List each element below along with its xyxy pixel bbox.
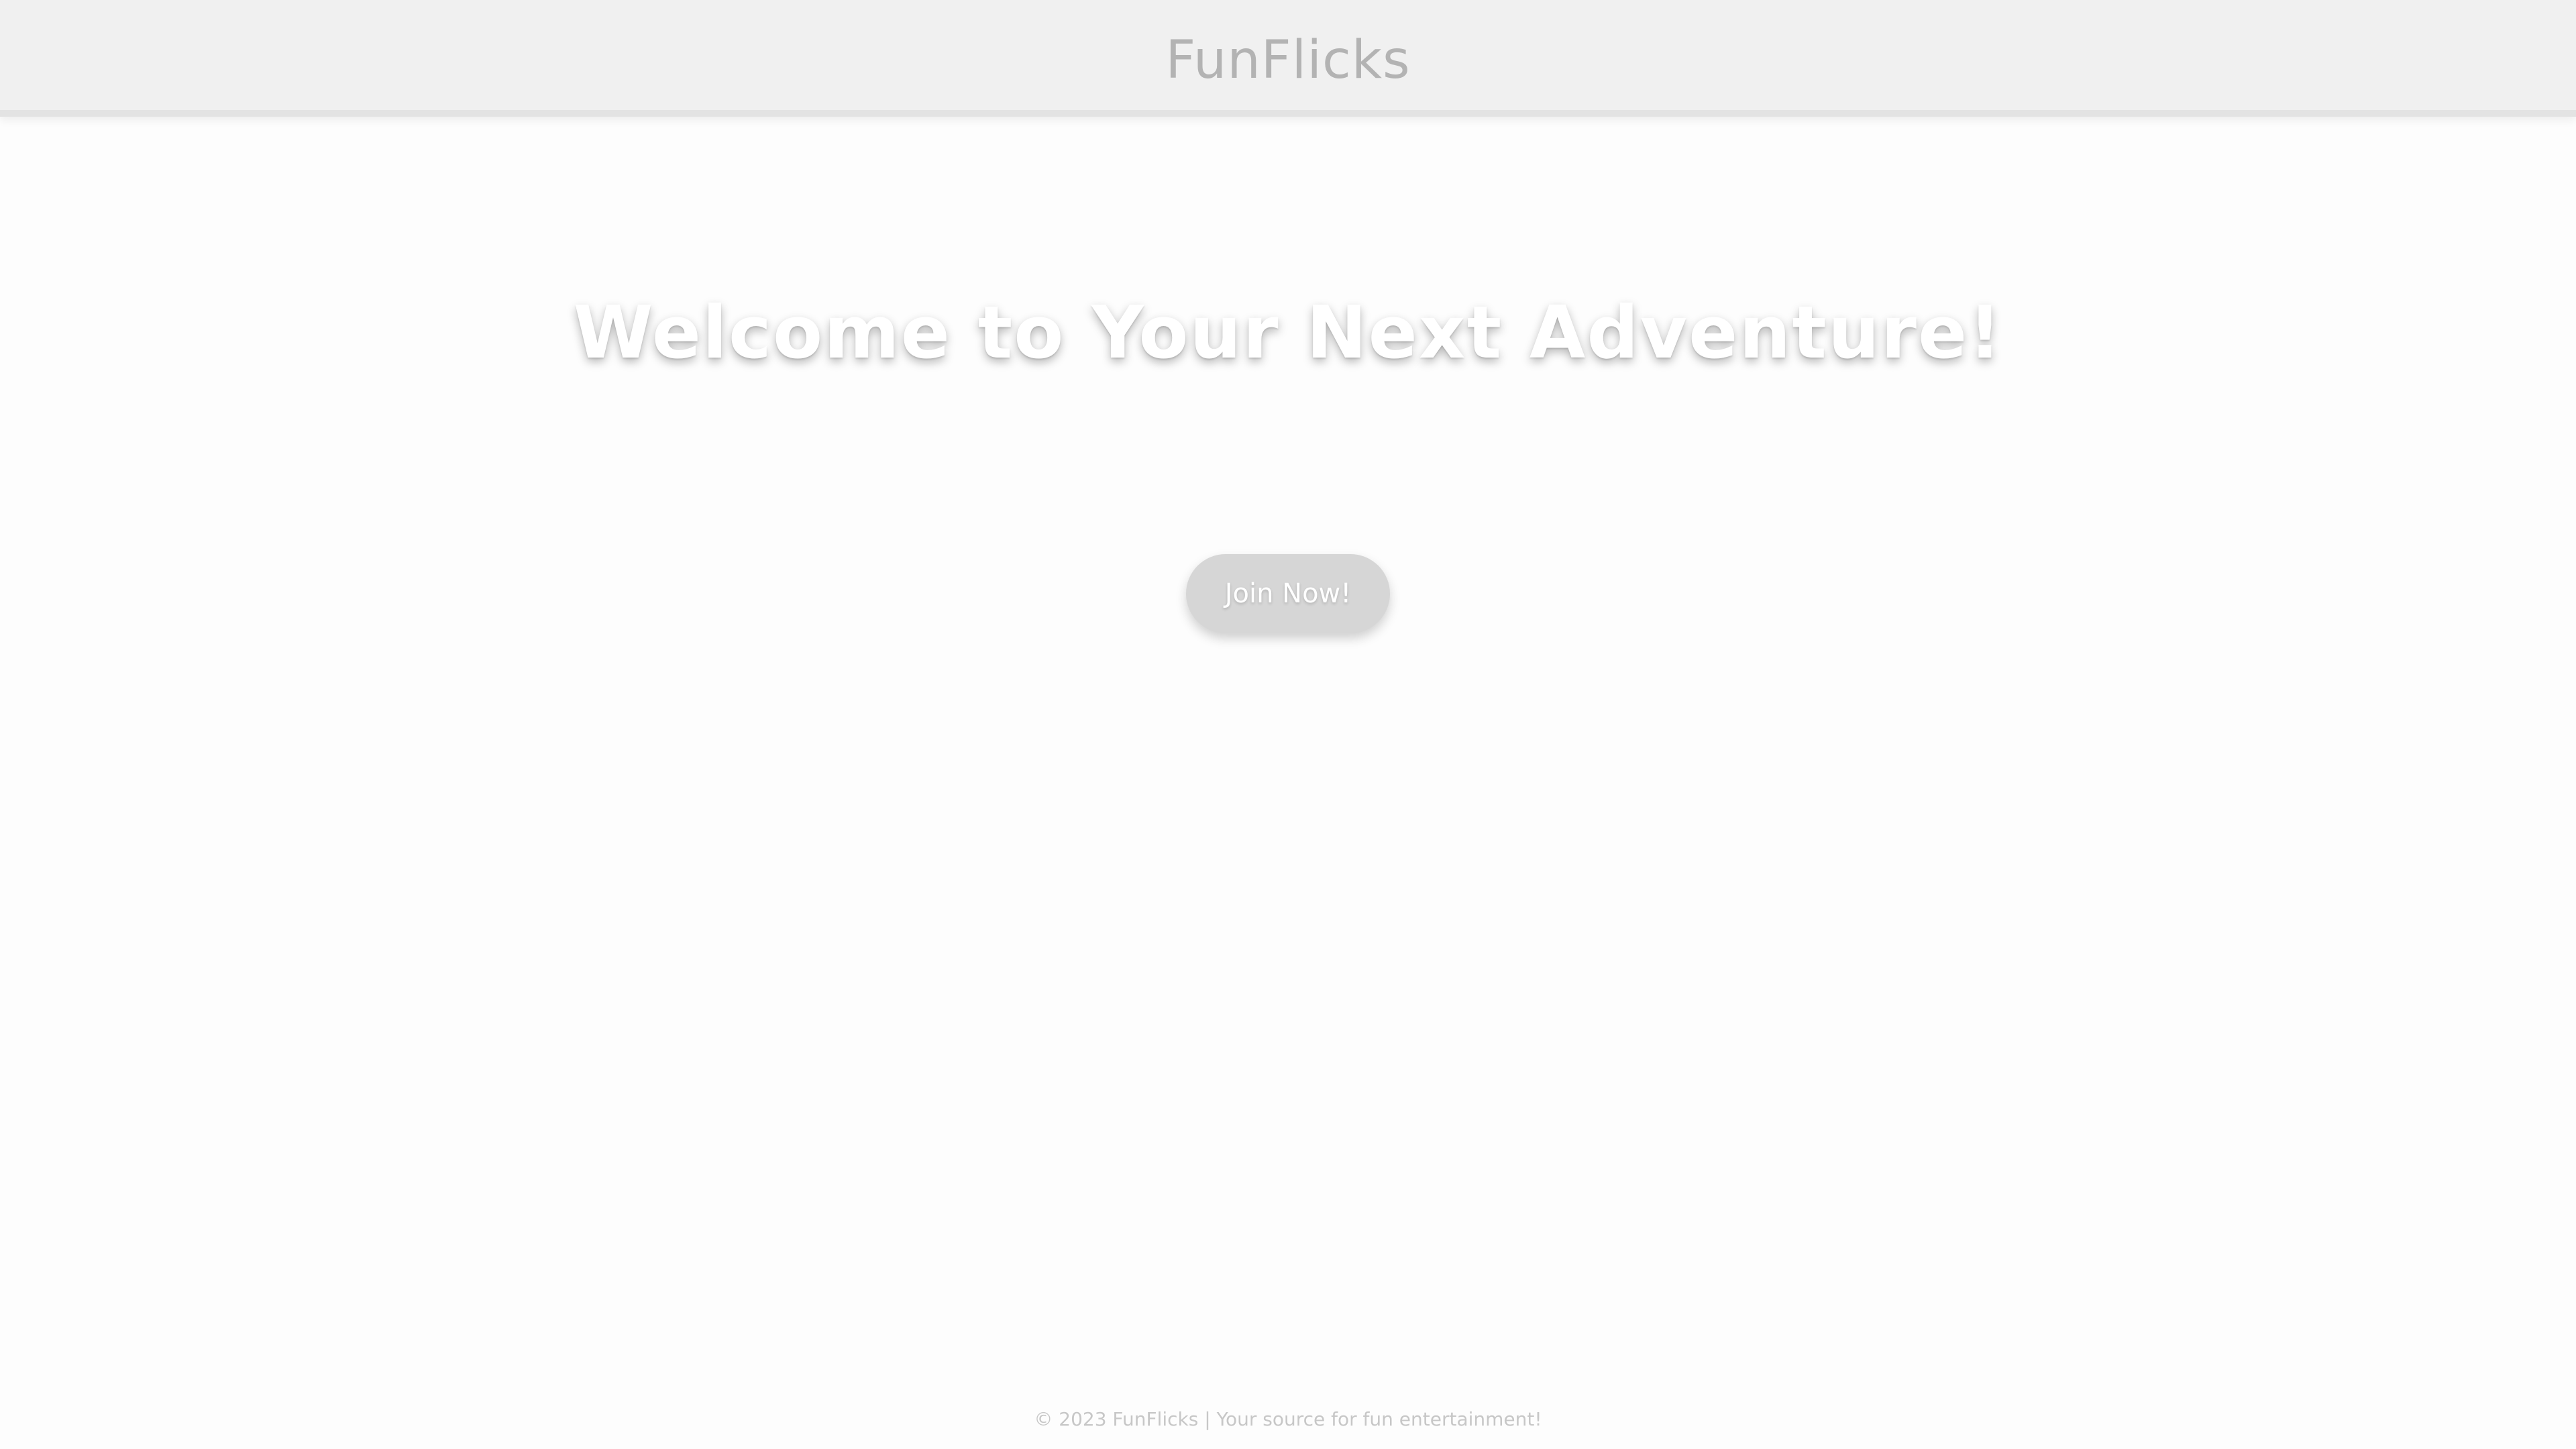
brand-logo-text[interactable]: FunFlicks (0, 28, 2576, 93)
footer-text: © 2023 FunFlicks | Your source for fun e… (1034, 1408, 1542, 1430)
join-now-button[interactable]: Join Now! (1186, 554, 1390, 633)
hero-title: Welcome to Your Next Adventure! (573, 291, 2003, 375)
site-header: FunFlicks (0, 0, 2576, 117)
